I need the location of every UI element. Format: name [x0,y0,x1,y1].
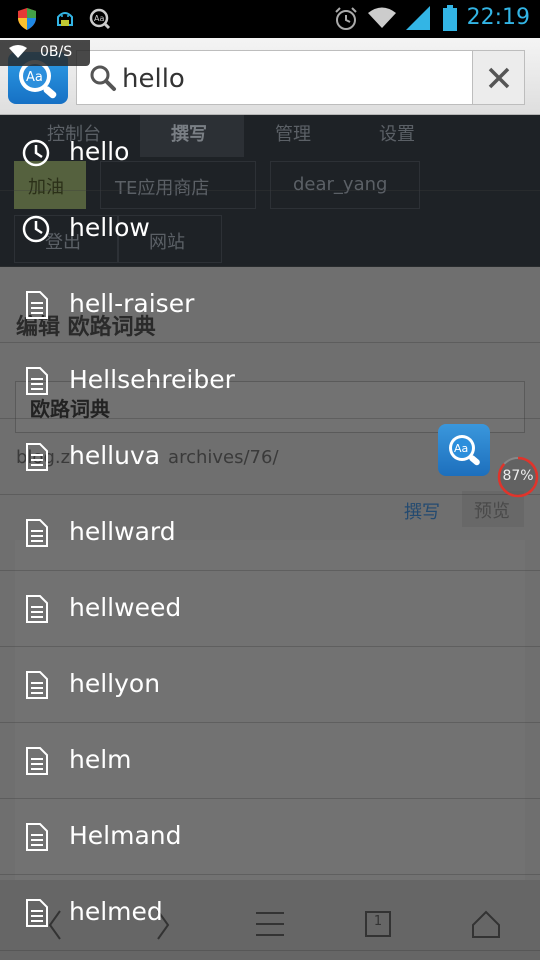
suggestion-label: hello [69,137,130,166]
battery-icon [443,5,457,31]
document-icon [26,367,48,395]
android-debug-icon [57,12,73,26]
suggestion-label: helluva [69,441,161,470]
suggestion-label: hellyon [69,669,161,698]
suggestion-item[interactable]: hellweed [0,571,540,647]
search-input[interactable]: hello [122,64,185,94]
status-bar: Aa 22:19 [0,0,540,38]
document-icon [26,443,48,471]
floating-dict-icon: Aa [449,435,480,466]
document-icon [26,823,48,851]
suggestion-item[interactable]: hellow [0,191,540,267]
progress-percent: 87% [502,468,534,484]
suggestion-label: Hellsehreiber [69,365,235,394]
suggestion-label: hell-raiser [69,289,195,318]
suggestion-label: hellweed [69,593,182,622]
document-icon [26,899,48,927]
wifi-small-icon [9,45,27,58]
history-icon [22,215,50,243]
suggestion-item[interactable]: Hellsehreiber [0,343,540,419]
suggestion-item[interactable]: Helmand [0,799,540,875]
floating-dict-button[interactable]: Aa [438,424,490,476]
suggestion-item[interactable]: hellyon [0,647,540,723]
shield-icon [18,8,36,30]
suggestion-label: helm [69,745,132,774]
document-icon [26,747,48,775]
search-icon [90,65,116,91]
suggestion-label: hellward [69,517,176,546]
alarm-icon [335,7,357,30]
suggestion-item[interactable]: hellward [0,495,540,571]
suggestion-label: Helmand [69,821,182,850]
net-speed-badge: 0B/S [0,40,90,66]
suggestion-item[interactable]: hello [0,115,540,191]
document-icon [26,291,48,319]
suggestion-item[interactable]: helm [0,723,540,799]
suggestion-label: hellow [69,213,150,242]
dict-icon: Aa [89,8,111,30]
document-icon [26,671,48,699]
history-icon [22,139,50,167]
suggestion-label: helmed [69,897,163,926]
wifi-icon [368,7,396,28]
net-speed-text: 0B/S [40,44,73,60]
status-time: 22:19 [466,5,530,30]
svg-text:Aa: Aa [26,70,43,85]
document-icon [26,595,48,623]
suggestion-item[interactable]: helmed [0,875,540,951]
suggestion-item[interactable]: hell-raiser [0,267,540,343]
svg-text:Aa: Aa [94,14,104,23]
signal-icon [406,6,430,30]
document-icon [26,519,48,547]
svg-text:Aa: Aa [454,442,468,455]
close-icon [488,67,510,89]
clear-search-button[interactable] [472,50,525,105]
